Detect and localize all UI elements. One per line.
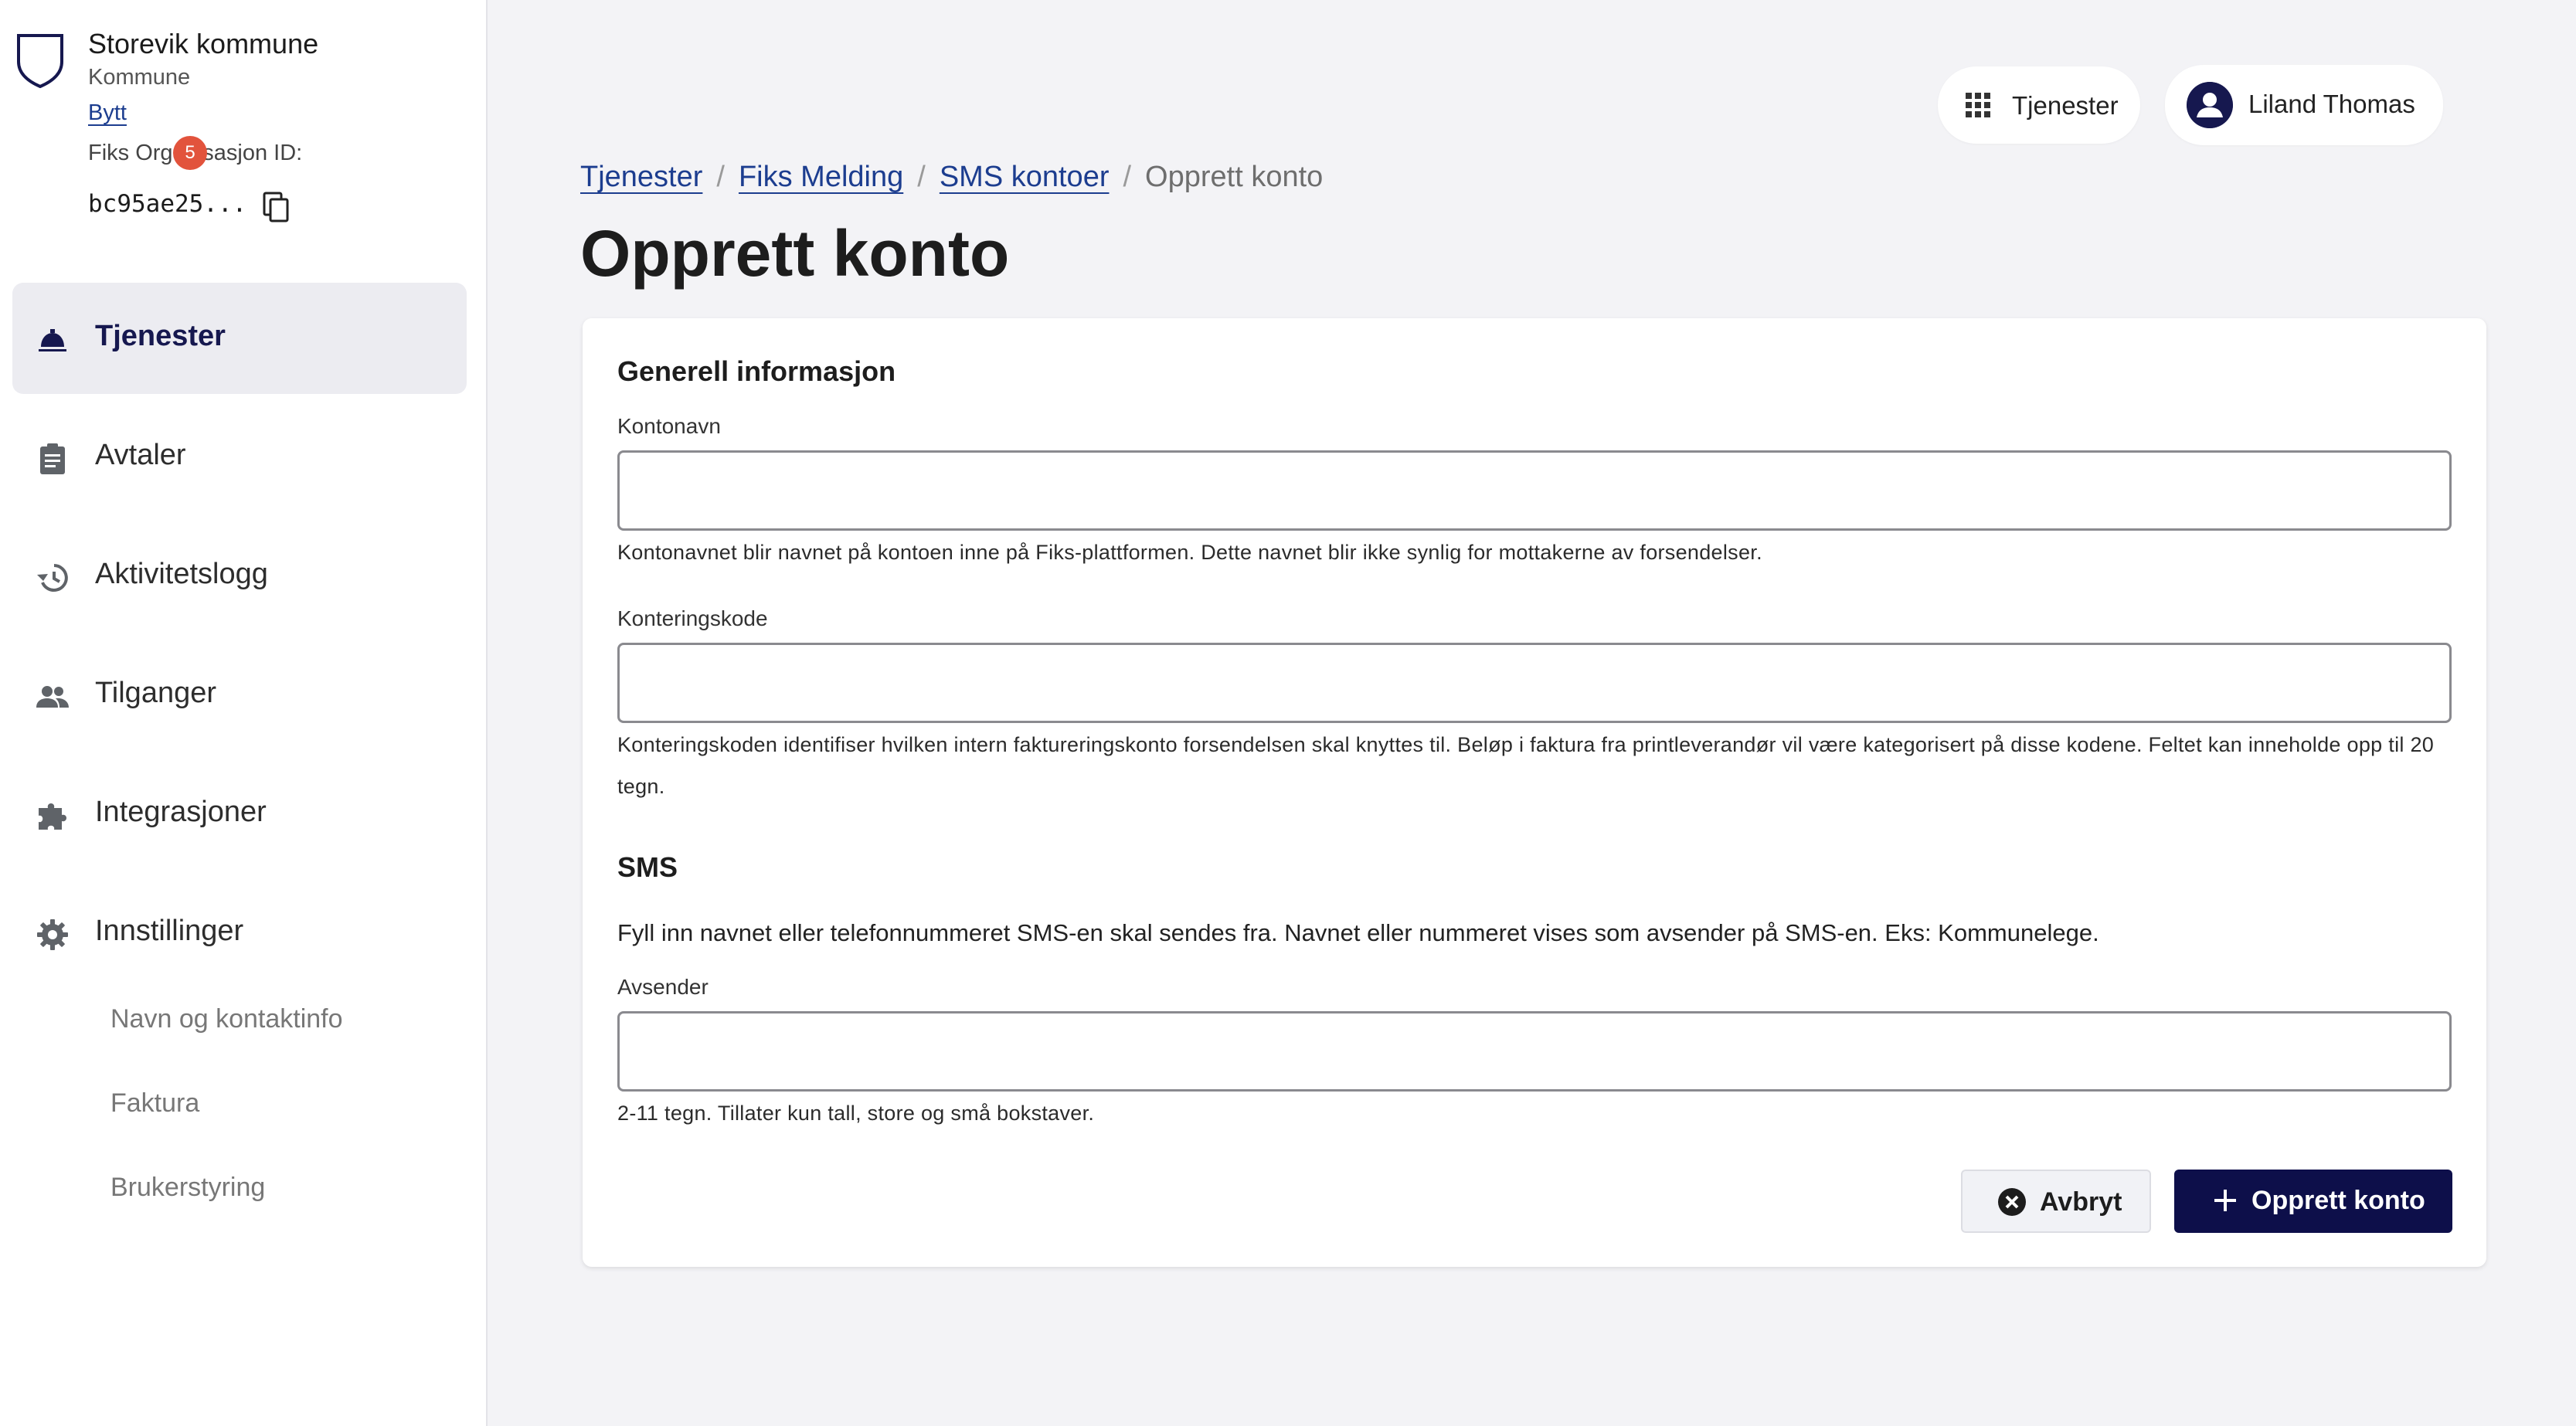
- services-menu-button[interactable]: Tjenester: [1938, 66, 2140, 144]
- cancel-button[interactable]: Avbryt: [1961, 1170, 2151, 1233]
- nav-item-aktivitetslogg[interactable]: Aktivitetslogg: [12, 521, 467, 632]
- sub-nav-item-contact[interactable]: Navn og kontaktinfo: [110, 1004, 343, 1037]
- nav-label: Tjenester: [95, 320, 226, 352]
- clipboard-icon: [40, 443, 65, 474]
- history-icon: [37, 564, 68, 592]
- services-menu-label: Tjenester: [2012, 91, 2119, 120]
- apps-grid-icon: [1966, 93, 1990, 117]
- create-account-button-label: Opprett konto: [2251, 1186, 2425, 1215]
- nav-item-tjenester[interactable]: Tjenester: [12, 283, 467, 394]
- sms-heading: SMS: [617, 851, 678, 883]
- nav-item-tilganger[interactable]: Tilganger: [12, 640, 467, 751]
- account-name-input[interactable]: [617, 450, 2452, 531]
- copy-icon[interactable]: [261, 190, 292, 224]
- organization-type: Kommune: [88, 65, 191, 90]
- sender-help: 2-11 tegn. Tillater kun tall, store og s…: [617, 1102, 1095, 1125]
- nav-label: Aktivitetslogg: [95, 558, 268, 590]
- sidebar: Storevik kommune Kommune Bytt Fiks Organ…: [0, 0, 488, 1426]
- user-name: Liland Thomas: [2248, 90, 2415, 118]
- sender-input[interactable]: [617, 1011, 2452, 1092]
- breadcrumb-current: Opprett konto: [1145, 161, 1324, 193]
- sender-label: Avsender: [617, 975, 709, 999]
- notification-badge: 5: [173, 136, 207, 170]
- nav-label: Tilganger: [95, 677, 217, 709]
- nav-label: Innstillinger: [95, 915, 244, 947]
- accounting-code-input[interactable]: [617, 643, 2452, 723]
- shield-icon: [17, 34, 63, 89]
- create-account-form: Generell informasjon Kontonavn Kontonavn…: [583, 318, 2486, 1267]
- nav-item-avtaler[interactable]: Avtaler: [12, 402, 467, 513]
- breadcrumb-separator: /: [917, 161, 926, 193]
- sms-description: Fyll inn navnet eller telefonnummeret SM…: [617, 919, 2099, 946]
- accounting-code-help: Konteringskoden identifiser hvilken inte…: [617, 733, 2435, 798]
- plus-icon: [2214, 1190, 2236, 1211]
- breadcrumb-link-fiks-melding[interactable]: Fiks Melding: [739, 161, 903, 193]
- breadcrumb-separator: /: [1123, 161, 1132, 193]
- gear-icon: [37, 919, 68, 950]
- switch-organization-link[interactable]: Bytt: [88, 100, 127, 126]
- create-account-button[interactable]: Opprett konto: [2174, 1170, 2452, 1233]
- nav-label: Avtaler: [95, 439, 186, 471]
- puzzle-icon: [39, 803, 66, 830]
- breadcrumb-separator: /: [716, 161, 725, 193]
- user-avatar-icon: [2187, 82, 2233, 128]
- account-name-help: Kontonavnet blir navnet på kontoen inne …: [617, 541, 1762, 564]
- nav-item-integrasjoner[interactable]: Integrasjoner: [12, 759, 467, 870]
- user-menu-button[interactable]: Liland Thomas: [2165, 65, 2443, 145]
- breadcrumb-link-tjenester[interactable]: Tjenester: [580, 161, 702, 193]
- nav-item-innstillinger[interactable]: Innstillinger: [12, 878, 467, 989]
- settings-sub-nav: Navn og kontaktinfo Faktura Brukerstyrin…: [110, 1004, 343, 1257]
- cancel-button-label: Avbryt: [2040, 1187, 2122, 1217]
- accounting-code-label: Konteringskode: [617, 606, 768, 630]
- sub-nav-item-invoice[interactable]: Faktura: [110, 1088, 343, 1121]
- breadcrumb-link-sms-kontoer[interactable]: SMS kontoer: [940, 161, 1110, 193]
- page-title: Opprett konto: [580, 217, 1010, 290]
- general-info-heading: Generell informasjon: [617, 355, 896, 387]
- people-icon: [36, 686, 69, 708]
- main-nav: Tjenester Avtaler Aktivitetslogg Tilgang…: [12, 283, 467, 997]
- service-bell-icon: [39, 329, 66, 351]
- nav-label: Integrasjoner: [95, 796, 267, 828]
- cancel-circle-icon: [1998, 1188, 2026, 1216]
- organization-name: Storevik kommune: [88, 28, 319, 59]
- account-name-label: Kontonavn: [617, 414, 721, 438]
- organization-panel: Storevik kommune Kommune Bytt Fiks Organ…: [15, 26, 471, 227]
- organization-id-value: bc95ae25...: [88, 190, 247, 218]
- sub-nav-item-user-management[interactable]: Brukerstyring: [110, 1173, 343, 1205]
- breadcrumb: Tjenester / Fiks Melding / SMS kontoer / Oppre…: [580, 161, 1323, 194]
